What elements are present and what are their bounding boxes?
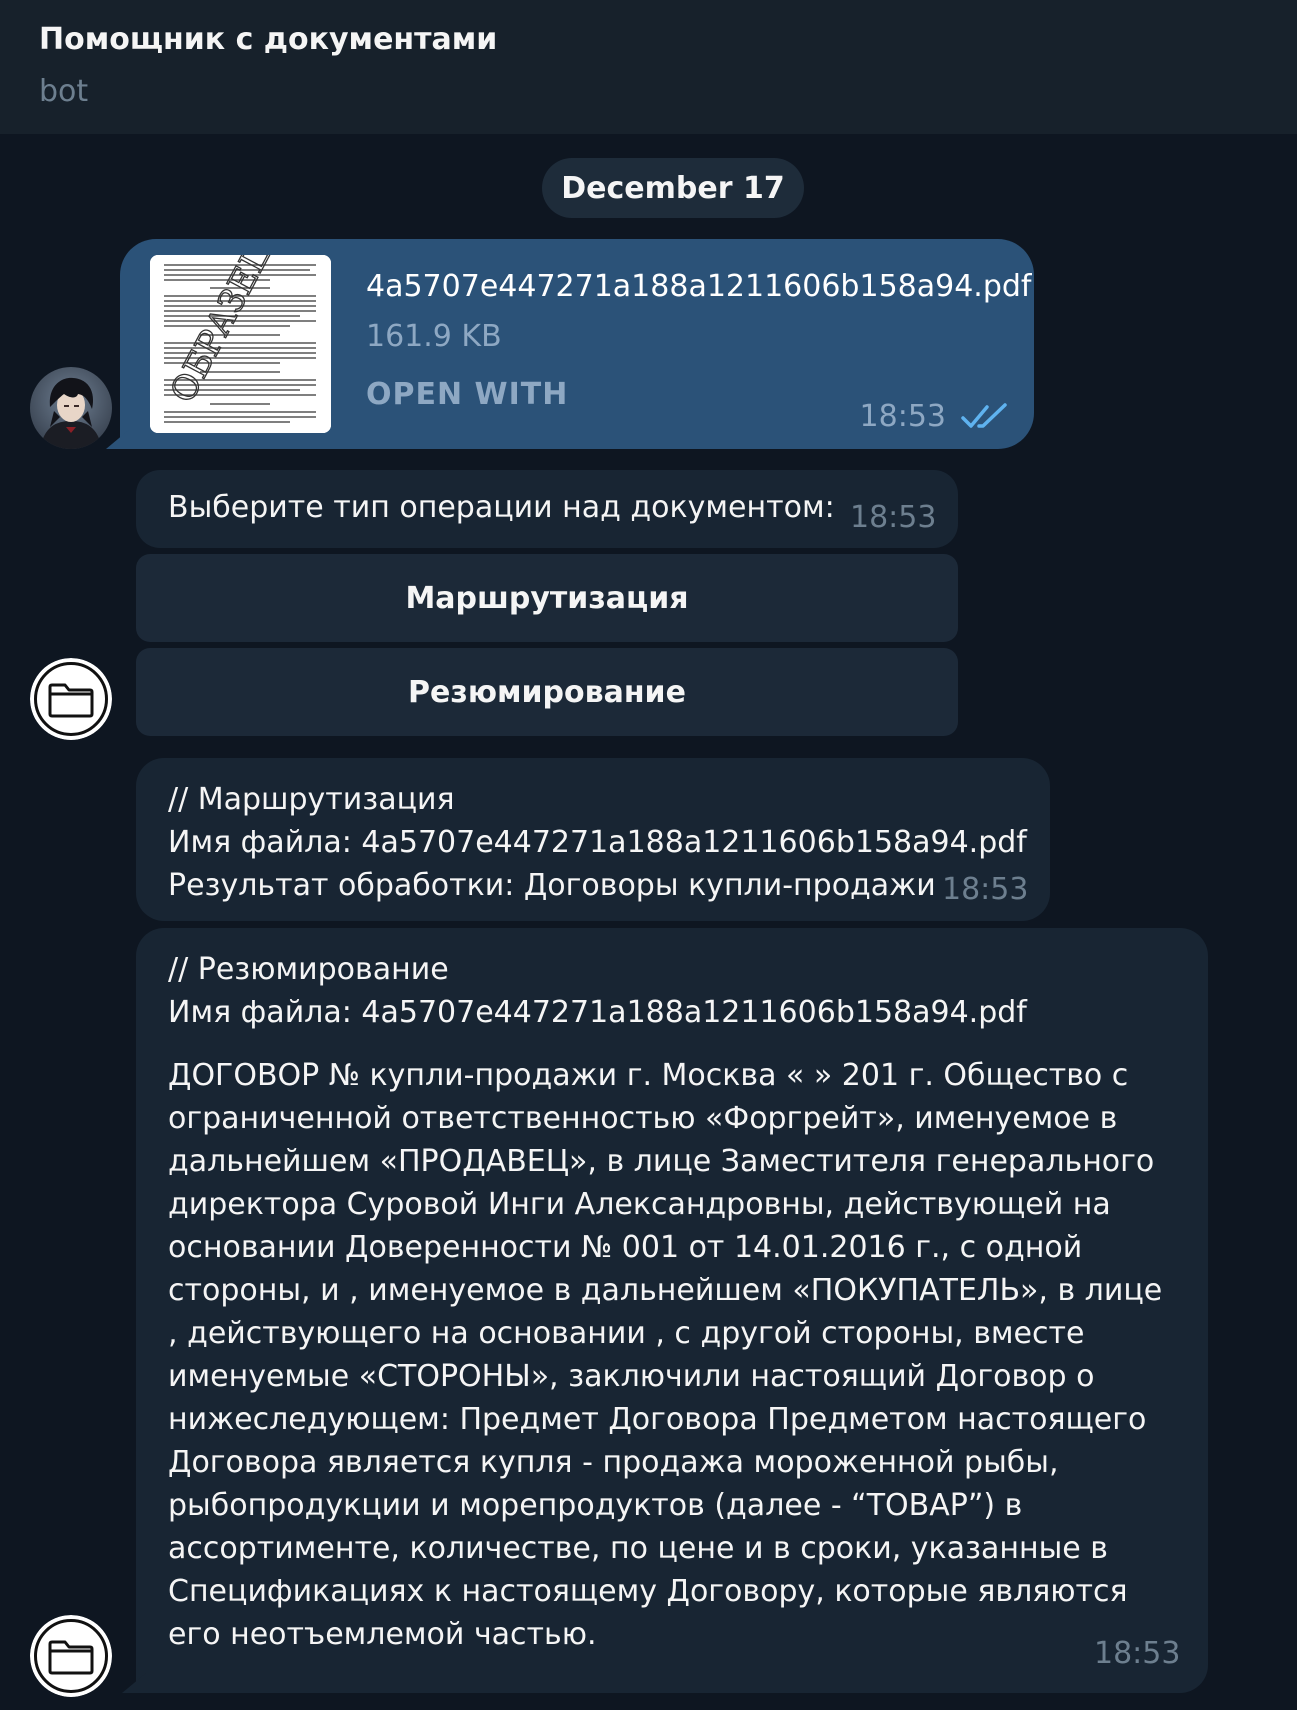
file-message[interactable]: ОБРАЗЕЦ 4a5707e447271a188a1211606b158a94… bbox=[106, 239, 1034, 449]
summary-line-filename: Имя файла: 4a5707e447271a188a1211606b158… bbox=[168, 995, 1027, 1030]
chat-header[interactable]: Помощник с документами bot bbox=[0, 0, 1297, 134]
folder-icon bbox=[48, 1640, 94, 1675]
routing-line-title: // Маршрутизация bbox=[168, 782, 455, 817]
prompt-message: Выберите тип операции над документом: 18… bbox=[136, 470, 958, 548]
bubble-tail bbox=[106, 429, 130, 449]
routing-button[interactable]: Маршрутизация bbox=[136, 554, 958, 642]
double-check-icon bbox=[961, 403, 1007, 428]
bot-avatar[interactable] bbox=[30, 658, 112, 740]
summary-result-message: // Резюмирование Имя файла: 4a5707e44727… bbox=[122, 928, 1208, 1693]
user-avatar[interactable] bbox=[30, 367, 112, 449]
pdf-thumbnail[interactable]: ОБРАЗЕЦ bbox=[150, 255, 331, 433]
file-name[interactable]: 4a5707e447271a188a1211606b158a94.pdf bbox=[366, 269, 1031, 304]
open-with-button[interactable]: OPEN WITH bbox=[366, 377, 568, 412]
message-time: 18:53 bbox=[850, 500, 937, 535]
routing-line-result: Результат обработки: Договоры купли-прод… bbox=[168, 868, 936, 903]
chat-title: Помощник с документами bbox=[39, 22, 498, 57]
summarize-button[interactable]: Резюмирование bbox=[136, 648, 958, 736]
date-separator: December 17 bbox=[542, 158, 804, 218]
routing-result-text: // Маршрутизация Имя файла: 4a5707e44727… bbox=[168, 778, 1027, 907]
anime-avatar-icon bbox=[30, 367, 112, 449]
chat-subtitle: bot bbox=[39, 74, 89, 109]
summary-header: // Резюмирование Имя файла: 4a5707e44727… bbox=[168, 948, 1027, 1034]
message-time: 18:53 bbox=[942, 872, 1029, 907]
folder-icon bbox=[48, 683, 94, 718]
message-time: 18:53 bbox=[859, 399, 946, 434]
bot-avatar[interactable] bbox=[30, 1615, 112, 1697]
bubble-tail bbox=[122, 1673, 146, 1693]
message-time: 18:53 bbox=[1094, 1636, 1181, 1671]
prompt-text: Выберите тип операции над документом: bbox=[168, 490, 835, 525]
file-size: 161.9 KB bbox=[366, 319, 502, 354]
summary-line-title: // Резюмирование bbox=[168, 952, 449, 987]
summary-body: ДОГОВОР № купли-продажи г. Москва « » 20… bbox=[168, 1058, 1163, 1652]
routing-result-message: // Маршрутизация Имя файла: 4a5707e44727… bbox=[136, 758, 1050, 921]
routing-line-filename: Имя файла: 4a5707e447271a188a1211606b158… bbox=[168, 825, 1027, 860]
